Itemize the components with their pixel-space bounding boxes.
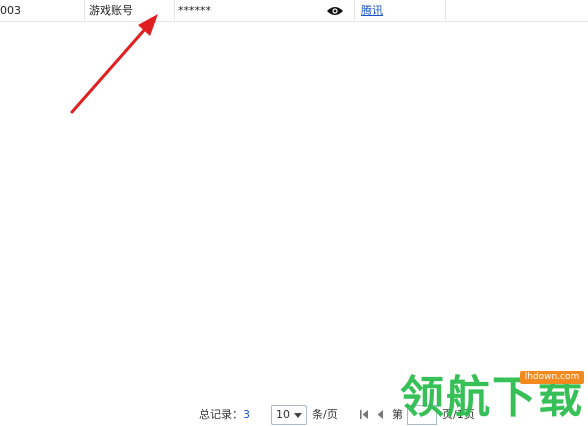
total-count: 3 xyxy=(243,408,250,421)
eye-icon[interactable] xyxy=(326,5,344,17)
password-masked: ****** xyxy=(178,4,211,17)
watermark-logo: 领航下载 lhdown.com xyxy=(400,370,588,426)
platform-cell: 腾讯 xyxy=(355,0,446,22)
total-label: 总记录： xyxy=(199,408,243,421)
prev-page-icon[interactable] xyxy=(376,409,385,420)
chevron-down-icon xyxy=(294,413,302,418)
table-row: 003 游戏账号 ****** 腾讯 xyxy=(0,0,588,22)
empty-cell xyxy=(446,0,588,22)
page-size-value: 10 xyxy=(276,408,290,421)
first-page-icon[interactable] xyxy=(359,409,370,420)
watermark-url: lhdown.com xyxy=(520,371,584,384)
platform-link[interactable]: 腾讯 xyxy=(361,4,383,17)
type-cell: 游戏账号 xyxy=(85,0,175,22)
id-cell: 003 xyxy=(0,0,85,22)
red-arrow-annotation xyxy=(70,14,158,114)
per-page-label: 条/页 xyxy=(312,408,338,421)
page-size-select[interactable]: 10 xyxy=(271,405,307,425)
